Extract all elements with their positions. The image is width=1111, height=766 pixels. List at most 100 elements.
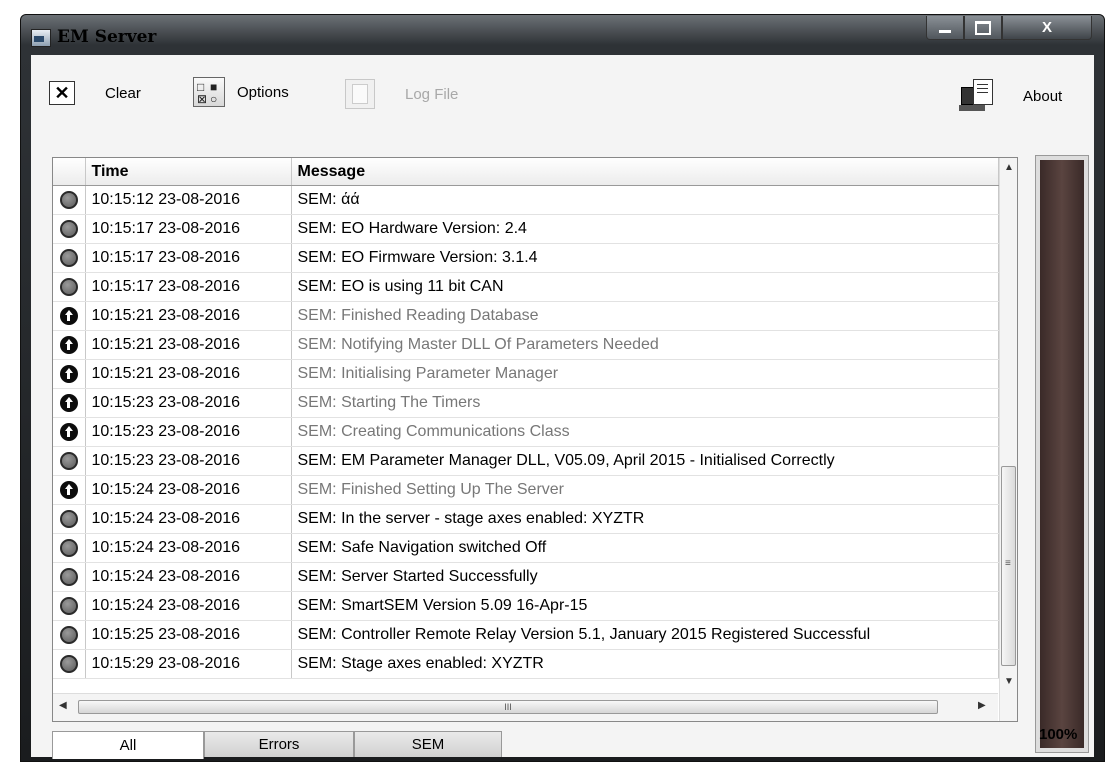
log-row[interactable]: 10:15:24 23-08-2016 SEM: Safe Navigation … [53,533,999,563]
log-status-cell [53,214,86,244]
close-icon: X [1041,19,1052,36]
log-row[interactable]: 10:15:24 23-08-2016 SEM: Finished Setting… [53,475,999,505]
tab-sem[interactable]: SEM [354,731,502,757]
options-button[interactable]: □ ■ ⊠ ○ Options [193,77,289,107]
close-button[interactable]: X [1002,16,1092,40]
about-button[interactable]: About [959,79,1062,113]
up-arrow-status-icon [59,393,78,412]
log-status-cell [53,388,86,418]
minimize-button[interactable] [926,16,964,40]
horizontal-scrollbar[interactable]: ◀ III ▶ [53,693,998,721]
log-message: SEM: EO is using 11 bit CAN [291,272,999,302]
log-row[interactable]: 10:15:23 23-08-2016 SEM: EM Parameter Man… [53,446,999,476]
computer-document-icon [959,79,995,113]
log-message: SEM: Stage axes enabled: XYZTR [291,649,999,679]
about-label: About [1023,87,1063,105]
horizontal-scroll-thumb[interactable]: III [78,700,938,714]
log-time: 10:15:23 23-08-2016 [85,446,292,476]
vertical-scrollbar[interactable]: ▲ ≡ ▼ [999,158,1017,721]
clear-x-icon: ✕ [49,81,75,105]
log-row[interactable]: 10:15:21 23-08-2016 SEM: Finished Reading… [53,301,999,331]
column-header-message[interactable]: Message [291,158,999,186]
scroll-down-arrow-icon[interactable]: ▼ [1004,676,1014,687]
tab-errors[interactable]: Errors [204,731,354,757]
log-status-cell [53,591,86,621]
log-list[interactable]: Time Message 10:15:12 23-08-2016 SEM: άά 1… [52,157,1018,722]
info-status-icon [59,219,78,238]
tab-label: All [119,737,137,754]
info-status-icon [59,538,78,557]
log-time: 10:15:24 23-08-2016 [85,562,292,592]
tab-all[interactable]: All [52,731,204,759]
log-time: 10:15:21 23-08-2016 [85,330,292,360]
log-message: SEM: SmartSEM Version 5.09 16-Apr-15 [291,591,999,621]
log-message: SEM: Starting The Timers [291,388,999,418]
log-row[interactable]: 10:15:21 23-08-2016 SEM: Initialising Par… [53,359,999,389]
log-message: SEM: Finished Reading Database [291,301,999,331]
info-status-icon [59,567,78,586]
title-bar[interactable]: EM Server X [21,15,1104,55]
log-time: 10:15:21 23-08-2016 [85,359,292,389]
clear-label: Clear [105,84,141,102]
document-icon [345,79,375,109]
info-status-icon [59,248,78,267]
clear-button[interactable]: ✕ Clear [49,81,141,105]
log-row[interactable]: 10:15:29 23-08-2016 SEM: Stage axes enabl… [53,649,999,679]
options-grid-icon: □ ■ ⊠ ○ [193,77,225,107]
log-row[interactable]: 10:15:24 23-08-2016 SEM: SmartSEM Version… [53,591,999,621]
log-time: 10:15:25 23-08-2016 [85,620,292,650]
log-message: SEM: Safe Navigation switched Off [291,533,999,563]
log-row[interactable]: 10:15:17 23-08-2016 SEM: EO Firmware Vers… [53,243,999,273]
log-row[interactable]: 10:15:17 23-08-2016 SEM: EO Hardware Vers… [53,214,999,244]
scroll-up-arrow-icon[interactable]: ▲ [1004,162,1014,173]
log-row[interactable]: 10:15:25 23-08-2016 SEM: Controller Remot… [53,620,999,650]
log-status-cell [53,272,86,302]
log-row[interactable]: 10:15:24 23-08-2016 SEM: In the server - … [53,504,999,534]
log-time: 10:15:24 23-08-2016 [85,475,292,505]
log-message: SEM: Creating Communications Class [291,417,999,447]
info-status-icon [59,277,78,296]
log-status-cell [53,504,86,534]
log-row[interactable]: 10:15:23 23-08-2016 SEM: Starting The Tim… [53,388,999,418]
up-arrow-status-icon [59,364,78,383]
log-status-cell [53,562,86,592]
log-time: 10:15:17 23-08-2016 [85,214,292,244]
progress-fill [1040,160,1084,748]
app-icon [31,29,51,47]
log-file-label: Log File [405,85,459,103]
log-row[interactable]: 10:15:17 23-08-2016 SEM: EO is using 11 b… [53,272,999,302]
log-file-button[interactable]: Log File [345,79,458,109]
up-arrow-status-icon [59,480,78,499]
log-time: 10:15:12 23-08-2016 [85,185,292,215]
info-status-icon [59,451,78,470]
info-status-icon [59,654,78,673]
log-time: 10:15:17 23-08-2016 [85,272,292,302]
maximize-icon [975,20,991,35]
log-table: Time Message 10:15:12 23-08-2016 SEM: άά 1… [53,158,999,679]
maximize-button[interactable] [964,16,1002,40]
log-row[interactable]: 10:15:23 23-08-2016 SEM: Creating Communi… [53,417,999,447]
log-status-cell [53,620,86,650]
column-header-status[interactable] [53,158,86,186]
log-status-cell [53,301,86,331]
log-row[interactable]: 10:15:24 23-08-2016 SEM: Server Started S… [53,562,999,592]
scroll-grip-icon: ≡ [1005,558,1011,569]
log-time: 10:15:24 23-08-2016 [85,533,292,563]
progress-bar [1035,155,1089,753]
client-area: ✕ Clear □ ■ ⊠ ○ Options Log File About T… [31,55,1094,759]
em-server-window: EM Server X ✕ Clear □ ■ ⊠ ○ Options Log Fi… [20,14,1105,762]
column-header-time[interactable]: Time [85,158,292,186]
log-message: SEM: Server Started Successfully [291,562,999,592]
vertical-scroll-thumb[interactable]: ≡ [1001,466,1016,666]
options-label: Options [237,83,289,101]
scroll-left-arrow-icon[interactable]: ◀ [59,700,67,711]
tab-label: Errors [258,736,300,753]
log-time: 10:15:24 23-08-2016 [85,591,292,621]
log-row[interactable]: 10:15:21 23-08-2016 SEM: Notifying Master… [53,330,999,360]
progress-label: 100% [1039,726,1078,743]
scroll-right-arrow-icon[interactable]: ▶ [978,700,986,711]
log-message: SEM: EO Hardware Version: 2.4 [291,214,999,244]
log-time: 10:15:29 23-08-2016 [85,649,292,679]
log-status-cell [53,446,86,476]
log-row[interactable]: 10:15:12 23-08-2016 SEM: άά [53,185,999,215]
